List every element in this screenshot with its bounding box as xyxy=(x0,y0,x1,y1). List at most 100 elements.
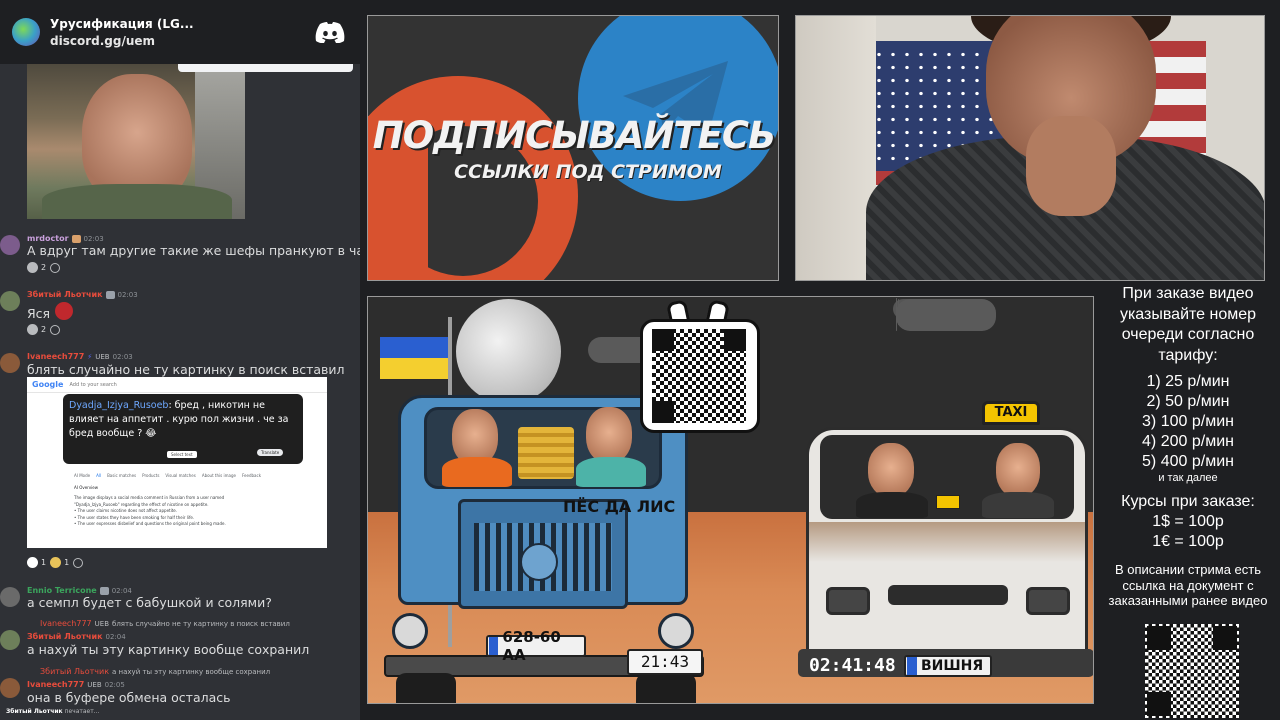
message-time: 02:03 xyxy=(117,290,138,299)
headlight xyxy=(658,613,694,649)
role-tag: UEB xyxy=(95,352,110,361)
badge-icon xyxy=(99,586,109,595)
tab-products[interactable]: Products xyxy=(142,473,159,478)
message-text: она в буфере обмена осталась xyxy=(27,690,231,705)
price-more: и так далее xyxy=(1158,472,1218,484)
message-time: 02:03 xyxy=(112,352,133,361)
smiley-icon xyxy=(50,262,61,273)
webcam-feed xyxy=(795,15,1265,281)
truck-plate: 628-60 AA xyxy=(486,628,586,664)
passenger-face xyxy=(996,443,1040,497)
message-time: 02:04 xyxy=(111,586,132,595)
discord-icon xyxy=(315,22,345,43)
driver-face xyxy=(868,443,914,497)
server-invite-link[interactable]: discord.gg/uem xyxy=(50,34,315,48)
price-list: 1) 25 р/мин 2) 50 р/мин 3) 100 р/мин 4) … xyxy=(1096,372,1280,472)
van-grille xyxy=(888,585,1008,605)
reaction[interactable]: 1 xyxy=(50,556,69,569)
avatar xyxy=(0,353,20,373)
rates-title: Курсы при заказе: xyxy=(1121,493,1255,510)
add-reaction-button[interactable] xyxy=(73,556,84,569)
van-plate: ВИШНЯ xyxy=(904,655,992,677)
google-lens-screenshot[interactable]: Google Add to your search Dyadja_Izjya_R… xyxy=(27,377,327,548)
headlight xyxy=(826,587,870,615)
add-reaction-button[interactable] xyxy=(50,323,61,336)
sticker-emoji-icon xyxy=(55,302,73,320)
select-text-button[interactable]: Select text xyxy=(167,451,197,458)
tab-feedback[interactable]: Feedback xyxy=(242,473,261,478)
role-tag: UEB xyxy=(87,680,102,689)
price-item: 3) 100 р/мин xyxy=(1142,413,1234,430)
headlight xyxy=(1026,587,1070,615)
van-timer: 02:41:48 xyxy=(809,655,896,676)
message-author[interactable]: mrdoctor xyxy=(27,234,69,243)
message-text: а нахуй ты эту картинку вообще сохранил xyxy=(27,642,310,657)
reaction[interactable]: 2 xyxy=(27,323,46,336)
message-author[interactable]: Ivaneech777 xyxy=(27,680,84,689)
truck-name: ПЁС ДА ЛИС xyxy=(563,497,676,516)
translate-button[interactable]: Translate xyxy=(257,449,284,456)
tab-visual[interactable]: Visual matches xyxy=(165,473,195,478)
reaction-emoji-icon xyxy=(27,262,38,273)
reaction-emoji-icon xyxy=(27,324,38,335)
order-info-panel: При заказе видео указывайте номер очеред… xyxy=(1096,284,1280,609)
server-name: Урусификация (LG... xyxy=(50,16,194,31)
headlight xyxy=(392,613,428,649)
discord-server-bar[interactable]: Урусификация (LG... discord.gg/uem xyxy=(0,0,365,64)
message-author[interactable]: Ennio Terricone xyxy=(27,586,97,595)
add-reaction-button[interactable] xyxy=(50,261,61,274)
comment-mention: Dyadja_Izjya_Rusoeb xyxy=(69,400,169,411)
message-text: блять случайно не ту картинку в поиск вс… xyxy=(27,362,345,377)
tab-ai-mode[interactable]: AI Mode xyxy=(74,473,90,478)
meme-image xyxy=(27,64,245,219)
tab-basic[interactable]: Basic matches xyxy=(107,473,136,478)
moon xyxy=(456,299,561,404)
reaction-emoji-icon xyxy=(27,557,38,568)
message-text: а семпл будет с бабушкой и солями? xyxy=(27,595,272,610)
subscribe-banner: ПОДПИСЫВАЙТЕСЬ ССЫЛКИ ПОД СТРИМОМ xyxy=(367,15,779,281)
reaction[interactable]: 1 xyxy=(27,556,46,569)
avatar xyxy=(0,587,20,607)
qr-code[interactable] xyxy=(652,329,746,423)
order-instructions: При заказе видео указывайте номер очеред… xyxy=(1119,285,1257,364)
description-note: В описании стрима есть ссылка на докумен… xyxy=(1108,562,1268,608)
message-author[interactable]: Збитый Льотчик xyxy=(27,290,103,299)
reply-preview[interactable]: Ivaneech777 UEB блять случайно не ту кар… xyxy=(40,619,290,628)
laughing-emoji-icon xyxy=(50,557,62,568)
message-text: А вдруг там другие такие же шефы пранкую… xyxy=(27,243,360,258)
wheel xyxy=(636,673,696,703)
avatar xyxy=(0,630,20,650)
passenger-face xyxy=(586,407,632,463)
message-time: 02:03 xyxy=(83,234,104,243)
google-logo: Google xyxy=(32,380,64,389)
tab-all[interactable]: All xyxy=(96,473,101,478)
qr-code[interactable] xyxy=(1145,624,1239,718)
comment-card: Dyadja_Izjya_Rusoeb: бред , никотин не в… xyxy=(63,394,303,464)
banner-title: ПОДПИСЫВАЙТЕСЬ xyxy=(372,114,776,157)
badge-icon xyxy=(71,234,81,243)
game-scene: ПЁС ДА ЛИС 628-60 AA 21:43 TAXI 02:41:48… xyxy=(367,296,1094,704)
typing-indicator: Збитый Льотчик печатает... xyxy=(6,708,100,715)
tab-about[interactable]: About this image xyxy=(202,473,236,478)
smiley-icon xyxy=(50,324,61,335)
discord-chat-overlay: mrdoctor 02:03 А вдруг там другие такие … xyxy=(0,0,360,720)
avatar xyxy=(0,291,20,311)
message-author[interactable]: Збитый Льотчик xyxy=(27,632,103,641)
message-time: 02:05 xyxy=(104,680,125,689)
divider xyxy=(178,64,353,72)
ai-overview-label: AI Overview xyxy=(74,485,99,490)
avatar xyxy=(0,235,20,255)
reply-preview[interactable]: Збитый Льотчик а нахуй ты эту картинку в… xyxy=(40,667,270,676)
reaction[interactable]: 2 xyxy=(27,261,46,274)
taxi-sign: TAXI xyxy=(982,401,1040,425)
ukraine-flag xyxy=(380,337,448,379)
comment-text: Dyadja_Izjya_Rusoeb: бред , никотин не в… xyxy=(69,400,289,439)
truck-timer: 21:43 xyxy=(627,649,703,675)
message-time: 02:04 xyxy=(105,632,126,641)
smiley-icon xyxy=(73,557,84,568)
google-tabs: AI Mode All Basic matches Products Visua… xyxy=(74,473,261,478)
message-author[interactable]: Ivaneech777 xyxy=(27,352,84,361)
avatar xyxy=(0,678,20,698)
banner-subtitle: ССЫЛКИ ПОД СТРИМОМ xyxy=(454,161,722,183)
price-item: 5) 400 р/мин xyxy=(1142,453,1234,470)
